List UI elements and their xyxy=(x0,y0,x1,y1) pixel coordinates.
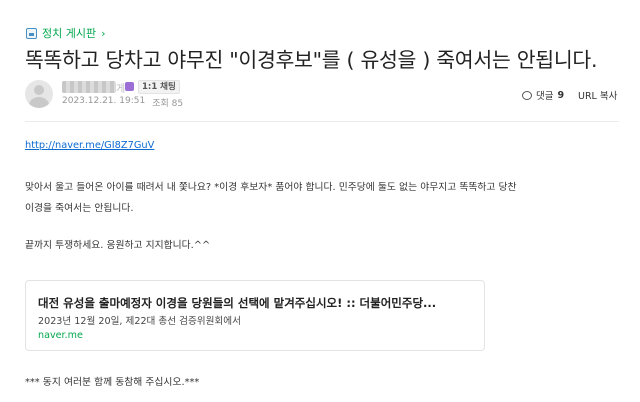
comment-bubble-icon xyxy=(522,90,532,100)
post-date: 2023.12.21. 19:51 xyxy=(62,96,146,106)
body-paragraph-1-line-2: 이경을 죽여서는 안됩니다. xyxy=(25,203,134,214)
comment-label: 댓글 xyxy=(536,91,554,102)
author-nickname-tail: 게 xyxy=(116,84,126,95)
comment-button[interactable]: 댓글 9 xyxy=(522,88,564,102)
content-link[interactable]: http://naver.me/GI8Z7GuV xyxy=(25,140,154,151)
link-preview-card[interactable]: 대전 유성을 출마예정자 이경을 당원들의 선택에 맡겨주십시오! :: 더불어… xyxy=(25,280,485,351)
post-title: 똑똑하고 당차고 야무진 "이경후보"를 ( 유성을 ) 죽여서는 안됩니다. xyxy=(25,48,598,72)
chevron-right-icon: › xyxy=(101,26,106,40)
divider xyxy=(25,121,619,122)
board-icon xyxy=(26,27,37,39)
member-level-icon xyxy=(125,82,134,91)
comment-count: 9 xyxy=(557,89,565,101)
body-paragraph-2: 끝까지 투쟁하세요. 응원하고 지지합니다.^^ xyxy=(25,240,211,251)
card-domain: naver.me xyxy=(38,330,83,341)
chat-button[interactable]: 1:1 채팅 xyxy=(138,80,180,94)
author-nickname[interactable] xyxy=(62,81,116,93)
body-paragraph-1-line-1: 맞아서 울고 들어온 아이를 때려서 내 쫓나요? *이경 후보자* 품어야 합… xyxy=(25,182,517,193)
card-description: 2023년 12월 20일, 제22대 총선 검증위원회에서 xyxy=(38,316,241,327)
body-footer: *** 동지 여러분 함께 동참해 주십시오.*** xyxy=(25,377,200,388)
card-title: 대전 유성을 출마예정자 이경을 당원들의 선택에 맡겨주십시오! :: 더불어… xyxy=(38,296,437,310)
board-link[interactable]: 정치 게시판 › xyxy=(26,25,106,41)
avatar[interactable] xyxy=(25,80,53,108)
url-copy-button[interactable]: URL 복사 xyxy=(578,88,617,102)
post-meta: 2023.12.21. 19:51 조회 85 xyxy=(62,96,183,109)
board-label: 정치 게시판 xyxy=(42,27,97,40)
view-count: 조회 85 xyxy=(152,99,184,109)
